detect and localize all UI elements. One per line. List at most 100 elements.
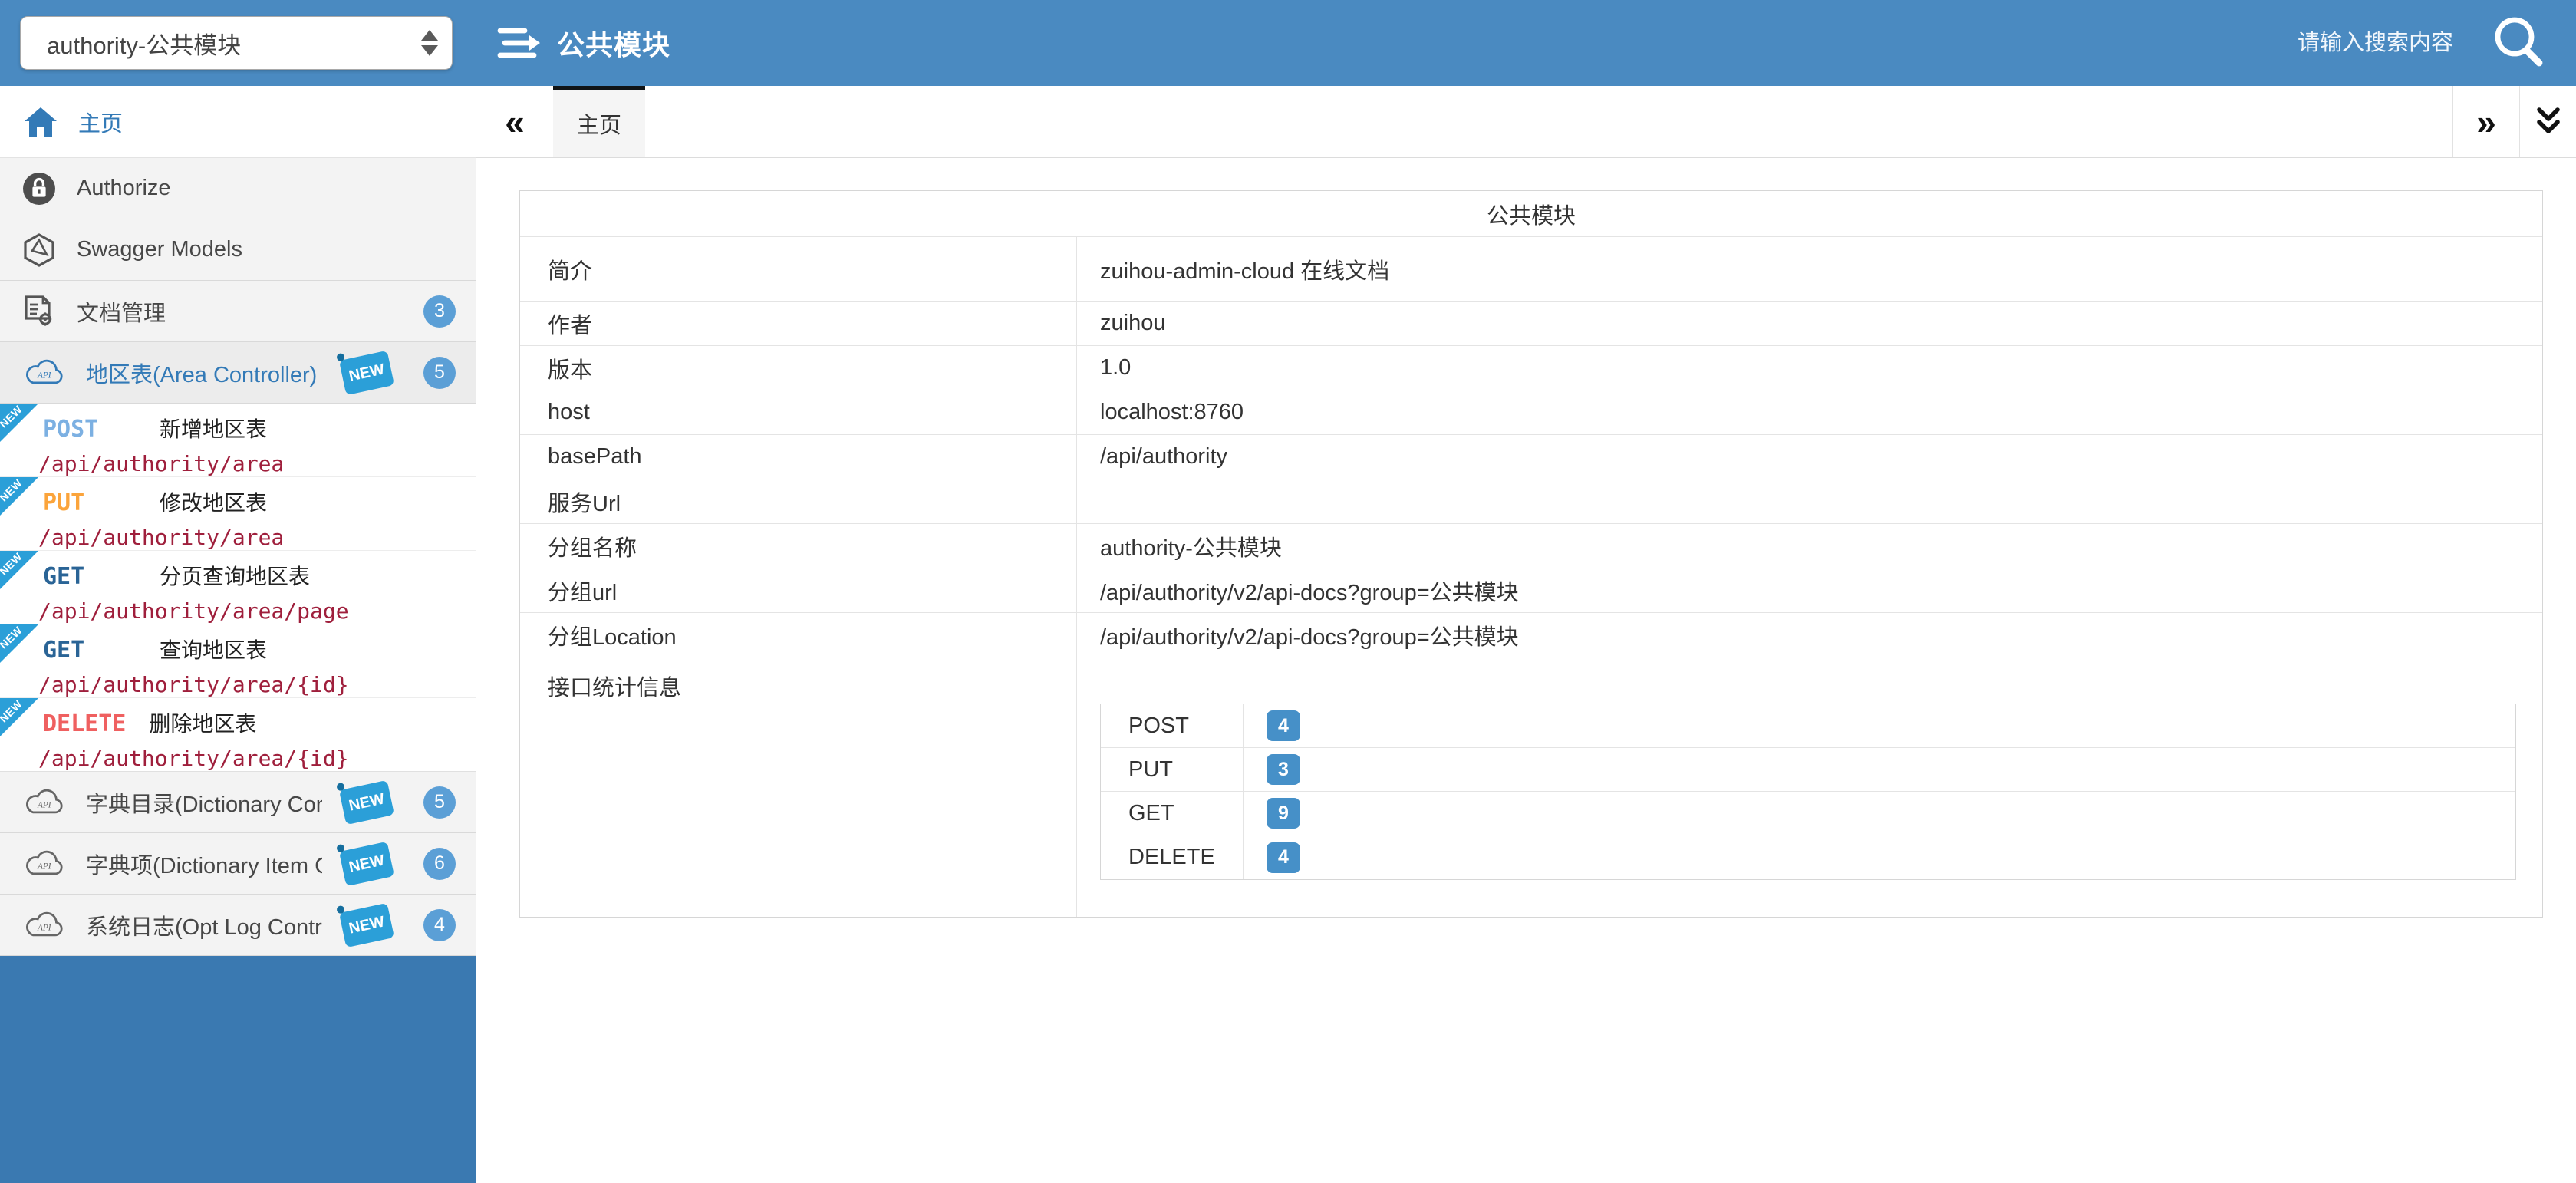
table-row: 服务Url <box>520 479 2542 524</box>
sidebar-item-label: 主页 <box>78 106 123 138</box>
new-tag: NEW <box>339 779 394 824</box>
api-count-badge: 5 <box>423 786 456 819</box>
tabs-scroll-right-button[interactable]: » <box>2452 86 2519 157</box>
new-corner-ribbon: NEW <box>0 624 38 663</box>
select-stepper-icon <box>421 30 438 56</box>
sidebar-controller-opt-log[interactable]: API 系统日志(Opt Log Controller) NEW 4 <box>0 895 476 956</box>
sidebar-controller-dictionary[interactable]: API 字典目录(Dictionary Controller) NEW 5 <box>0 772 476 833</box>
new-corner-ribbon: NEW <box>0 551 38 589</box>
api-count-badge: 5 <box>423 357 456 389</box>
new-corner-ribbon: NEW <box>0 404 38 442</box>
api-name: 删除地区表 <box>149 707 256 738</box>
stats-row-get: GET 9 <box>1101 792 2515 835</box>
sidebar-item-label: Swagger Models <box>77 237 242 262</box>
api-count-badge: 6 <box>423 848 456 880</box>
table-row: 版本 1.0 <box>520 346 2542 390</box>
controller-label: 字典项(Dictionary Item Controller) <box>86 848 322 880</box>
sidebar-item-swagger-models[interactable]: Swagger Models <box>0 219 476 281</box>
api-count-badge: 3 <box>423 295 456 328</box>
api-cloud-icon: API <box>21 849 66 879</box>
http-method: DELETE <box>43 710 126 737</box>
api-path: /api/authority/area <box>38 525 476 550</box>
table-row: basePath /api/authority <box>520 435 2542 479</box>
table-row: host localhost:8760 <box>520 390 2542 435</box>
svg-text:API: API <box>37 862 52 871</box>
double-chevron-down-icon <box>2532 104 2564 140</box>
group-select[interactable]: authority-公共模块 <box>20 16 453 70</box>
api-item-add-area[interactable]: NEW POST 新增地区表 /api/authority/area <box>0 404 476 477</box>
api-item-page-query-area[interactable]: NEW GET 分页查询地区表 /api/authority/area/page <box>0 551 476 624</box>
lock-icon <box>21 171 57 206</box>
tabs-scroll-left-button[interactable]: « <box>476 86 553 157</box>
table-row: 分组url /api/authority/v2/api-docs?group=公… <box>520 568 2542 613</box>
module-info-title: 公共模块 <box>520 191 2542 237</box>
api-stats-row: 接口统计信息 POST 4 PUT 3 <box>520 657 2542 917</box>
new-corner-ribbon: NEW <box>0 477 38 516</box>
api-name: 分页查询地区表 <box>160 560 310 591</box>
tab-home[interactable]: 主页 <box>553 86 645 157</box>
table-row: 分组Location /api/authority/v2/api-docs?gr… <box>520 613 2542 657</box>
controller-label: 地区表(Area Controller) <box>86 357 317 389</box>
api-name: 新增地区表 <box>160 413 267 443</box>
filter-lines-icon <box>496 21 545 64</box>
api-path: /api/authority/area <box>38 451 476 476</box>
api-item-query-area[interactable]: NEW GET 查询地区表 /api/authority/area/{id} <box>0 624 476 698</box>
home-icon <box>23 106 58 138</box>
search-input[interactable] <box>2177 31 2453 56</box>
api-stats-table: POST 4 PUT 3 GET 9 <box>1100 704 2516 880</box>
api-list: NEW POST 新增地区表 /api/authority/area NEW P… <box>0 404 476 772</box>
controller-label: 系统日志(Opt Log Controller) <box>86 909 322 941</box>
swagger-bootstrap-ui-app: authority-公共模块 公共模块 <box>0 0 2576 1183</box>
stat-count-badge: 9 <box>1267 798 1300 829</box>
http-method: GET <box>43 563 160 590</box>
stats-row-delete: DELETE 4 <box>1101 835 2515 879</box>
top-header-bar: authority-公共模块 公共模块 <box>0 0 2576 86</box>
sidebar-item-authorize[interactable]: Authorize <box>0 158 476 219</box>
table-row: 简介 zuihou-admin-cloud 在线文档 <box>520 237 2542 302</box>
sidebar-filler <box>0 956 476 1183</box>
api-path: /api/authority/area/{id} <box>38 746 476 771</box>
stat-count-badge: 4 <box>1267 842 1300 873</box>
new-tag: NEW <box>339 841 394 885</box>
new-tag: NEW <box>339 902 394 947</box>
api-cloud-icon: API <box>21 910 66 941</box>
home-content: 公共模块 简介 zuihou-admin-cloud 在线文档 作者 zuiho… <box>476 158 2576 918</box>
search-box <box>2177 12 2550 74</box>
api-count-badge: 4 <box>423 909 456 941</box>
api-item-delete-area[interactable]: NEW DELETE 删除地区表 /api/authority/area/{id… <box>0 698 476 772</box>
stats-row-put: PUT 3 <box>1101 748 2515 792</box>
api-name: 修改地区表 <box>160 486 267 517</box>
api-path: /api/authority/area/page <box>38 598 476 624</box>
svg-text:API: API <box>37 923 52 932</box>
sidebar-controller-dictionary-item[interactable]: API 字典项(Dictionary Item Controller) NEW … <box>0 833 476 895</box>
stats-row-post: POST 4 <box>1101 704 2515 748</box>
group-select-value: authority-公共模块 <box>47 26 421 61</box>
main-area: « 主页 » <box>476 86 2576 1183</box>
api-item-edit-area[interactable]: NEW PUT 修改地区表 /api/authority/area <box>0 477 476 551</box>
new-tag: NEW <box>339 350 394 394</box>
api-name: 查询地区表 <box>160 634 267 664</box>
sidebar-controller-area[interactable]: API 地区表(Area Controller) NEW 5 <box>0 342 476 404</box>
search-icon[interactable] <box>2489 12 2550 74</box>
api-path: /api/authority/area/{id} <box>38 672 476 697</box>
table-row: 作者 zuihou <box>520 302 2542 346</box>
document-gear-icon <box>21 294 57 329</box>
api-cloud-icon: API <box>21 787 66 818</box>
http-method: POST <box>43 416 160 443</box>
stat-count-badge: 3 <box>1267 754 1300 785</box>
sidebar-item-label: Authorize <box>77 176 171 201</box>
sidebar-item-doc-manage[interactable]: 文档管理 3 <box>0 281 476 342</box>
sidebar-item-home[interactable]: 主页 <box>0 86 476 158</box>
http-method: PUT <box>43 489 160 516</box>
svg-text:API: API <box>37 371 52 380</box>
stat-count-badge: 4 <box>1267 710 1300 741</box>
api-cloud-icon: API <box>21 358 66 388</box>
collapse-all-button[interactable] <box>2519 86 2576 157</box>
controller-label: 字典目录(Dictionary Controller) <box>86 786 322 819</box>
sidebar: 主页 Authorize <box>0 86 476 1183</box>
module-info-table: 公共模块 简介 zuihou-admin-cloud 在线文档 作者 zuiho… <box>519 190 2543 918</box>
tab-bar: « 主页 » <box>476 86 2576 158</box>
new-corner-ribbon: NEW <box>0 698 38 736</box>
page-title: 公共模块 <box>557 23 670 63</box>
svg-text:API: API <box>37 800 52 809</box>
